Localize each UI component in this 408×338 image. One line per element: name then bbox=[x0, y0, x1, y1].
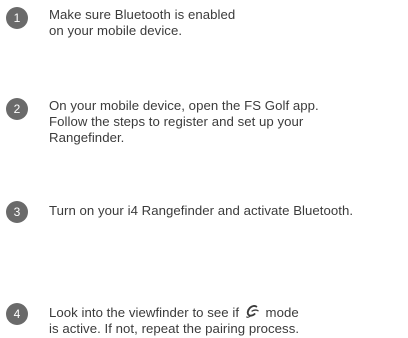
step-text-line: Turn on your i4 Rangefinder and activate… bbox=[49, 203, 354, 218]
script-c-mode-icon bbox=[245, 304, 259, 318]
step-text-before-icon: Look into the viewfinder to see if bbox=[49, 305, 240, 320]
step-text: Make sure Bluetooth is enabled on your m… bbox=[49, 7, 235, 39]
step-text-line: on your mobile device. bbox=[49, 23, 183, 38]
step-text-line: is active. If not, repeat the pairing pr… bbox=[49, 321, 300, 336]
step-number-badge: 1 bbox=[6, 7, 28, 29]
step-4: 4 Look into the viewfinder to see if mod… bbox=[6, 303, 299, 337]
step-text-line: Look into the viewfinder to see if mode bbox=[49, 303, 299, 321]
step-text-line: On your mobile device, open the FS Golf … bbox=[49, 98, 319, 113]
step-text: On your mobile device, open the FS Golf … bbox=[49, 98, 319, 146]
step-text-line: Make sure Bluetooth is enabled bbox=[49, 7, 236, 22]
step-text-after-icon: mode bbox=[265, 305, 299, 320]
step-1: 1 Make sure Bluetooth is enabled on your… bbox=[6, 7, 235, 39]
step-text-line: Follow the steps to register and set up … bbox=[49, 114, 304, 129]
step-3: 3 Turn on your i4 Rangefinder and activa… bbox=[6, 201, 353, 223]
step-text: Look into the viewfinder to see if mode … bbox=[49, 303, 299, 337]
step-number-badge: 4 bbox=[6, 303, 28, 325]
step-text: Turn on your i4 Rangefinder and activate… bbox=[49, 203, 353, 219]
step-number-badge: 2 bbox=[6, 98, 28, 120]
step-text-line: Rangefinder. bbox=[49, 130, 125, 145]
step-number-badge: 3 bbox=[6, 201, 28, 223]
step-2: 2 On your mobile device, open the FS Gol… bbox=[6, 98, 319, 146]
